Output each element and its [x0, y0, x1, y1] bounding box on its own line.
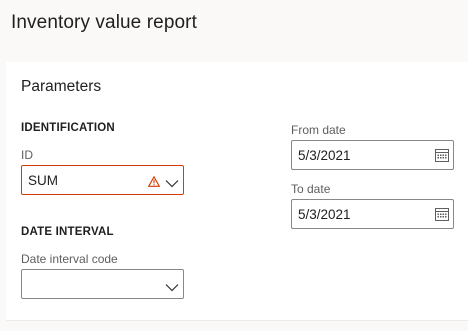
- chevron-down-icon[interactable]: [165, 279, 179, 297]
- identification-heading: IDENTIFICATION: [21, 122, 115, 134]
- to-date-field[interactable]: 5/3/2021: [291, 199, 454, 229]
- page-title: Inventory value report: [11, 12, 197, 33]
- warning-icon: [147, 174, 161, 192]
- id-combobox[interactable]: SUM: [21, 165, 184, 195]
- calendar-icon[interactable]: [435, 148, 449, 167]
- from-date-label: From date: [291, 123, 346, 137]
- date-interval-code-combobox[interactable]: [21, 269, 184, 299]
- date-interval-heading: DATE INTERVAL: [21, 226, 114, 238]
- date-interval-code-label: Date interval code: [21, 252, 118, 266]
- calendar-icon[interactable]: [435, 207, 449, 226]
- chevron-down-icon[interactable]: [165, 175, 179, 193]
- id-label: ID: [21, 148, 33, 162]
- from-date-value: 5/3/2021: [298, 148, 351, 163]
- to-date-label: To date: [291, 182, 331, 196]
- parameters-title: Parameters: [21, 78, 102, 95]
- to-date-value: 5/3/2021: [298, 207, 351, 222]
- panel-divider: [6, 320, 468, 321]
- from-date-field[interactable]: 5/3/2021: [291, 140, 454, 170]
- id-value: SUM: [28, 173, 58, 188]
